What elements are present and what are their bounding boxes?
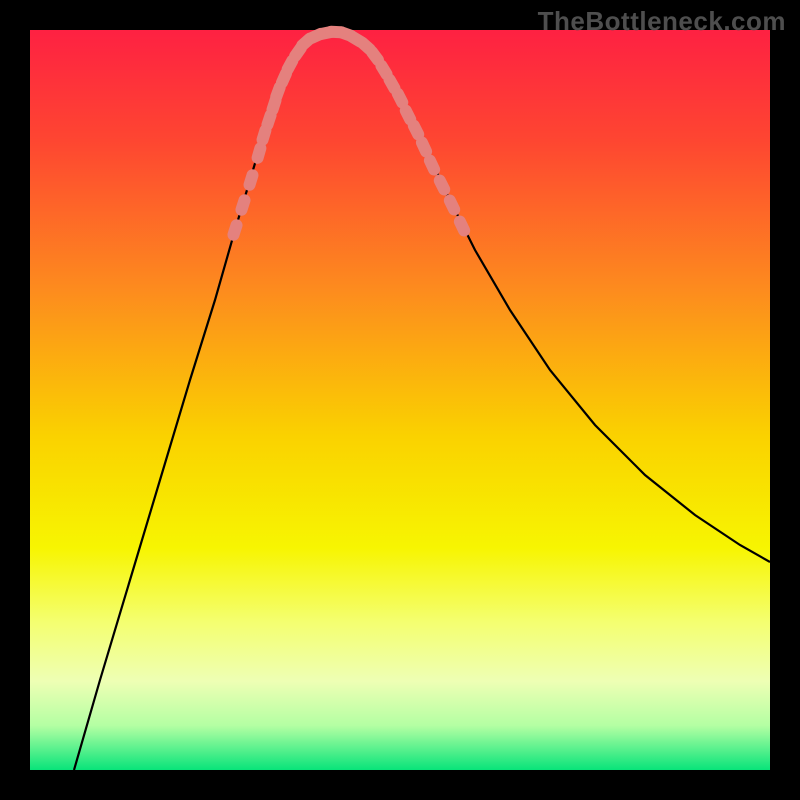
data-marker: [226, 218, 244, 243]
chart-svg: [30, 30, 770, 770]
watermark-text: TheBottleneck.com: [538, 6, 786, 37]
chart-frame: TheBottleneck.com: [0, 0, 800, 800]
data-marker: [452, 213, 472, 238]
plot-area: [30, 30, 770, 770]
data-marker: [442, 192, 462, 217]
data-marker: [432, 172, 453, 197]
data-markers: [226, 25, 472, 243]
data-marker: [234, 193, 252, 218]
data-marker: [242, 168, 260, 193]
